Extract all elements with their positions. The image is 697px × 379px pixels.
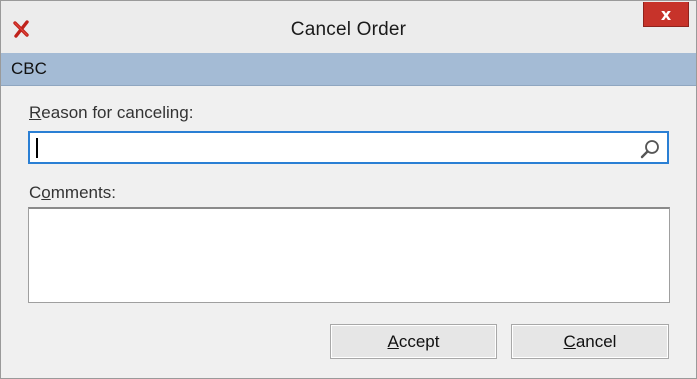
dialog-body: Reason for canceling: Comments: Accept C… <box>1 86 696 378</box>
cancel-mnemonic: C <box>563 331 576 351</box>
window-title: Cancel Order <box>290 19 407 40</box>
accept-label: ccept <box>398 331 440 351</box>
title-bar[interactable]: Cancel Order x <box>1 1 696 53</box>
comments-textarea[interactable] <box>28 207 670 303</box>
header-band: CBC <box>1 53 696 86</box>
comments-label: Comments: <box>29 183 116 203</box>
cancel-label: ancel <box>575 331 617 351</box>
reason-label-text: eason for canceling: <box>41 103 194 122</box>
close-button[interactable]: x <box>643 2 689 27</box>
search-icon[interactable] <box>639 138 661 160</box>
cancel-button[interactable]: Cancel <box>511 324 669 359</box>
reason-label: Reason for canceling: <box>29 103 193 123</box>
header-label: CBC <box>11 59 47 78</box>
reason-input[interactable] <box>28 131 669 164</box>
cancel-order-dialog: Cancel Order x CBC Reason for canceling:… <box>0 0 697 379</box>
reason-label-mnemonic: R <box>29 103 42 122</box>
accept-button[interactable]: Accept <box>330 324 497 359</box>
comments-label-mnemonic: o <box>41 183 51 202</box>
comments-label-text: mments: <box>50 183 116 202</box>
text-caret <box>36 138 38 158</box>
close-icon: x <box>660 4 672 24</box>
accept-mnemonic: A <box>387 331 399 351</box>
comments-label-first: C <box>29 183 42 202</box>
